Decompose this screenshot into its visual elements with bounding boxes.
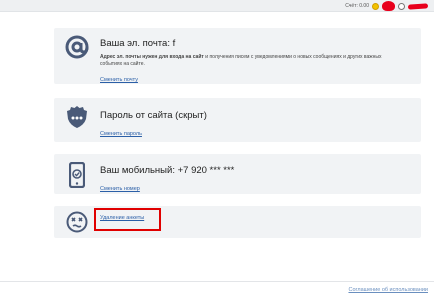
phone-title: Ваш мобильный: +7 920 *** *** — [100, 165, 235, 176]
password-card: Пароль от сайта (скрыт) Сменить пароль — [54, 98, 421, 142]
password-card-body: Пароль от сайта (скрыт) Сменить пароль — [100, 110, 411, 140]
shield-icon — [64, 104, 90, 130]
phone-card-body: Ваш мобильный: +7 920 *** *** Сменить но… — [100, 165, 411, 195]
account-panel: Счёт: 0.00 — [345, 1, 429, 11]
phone-card: Ваш мобильный: +7 920 *** *** Сменить но… — [54, 154, 421, 194]
username-redacted[interactable] — [407, 2, 429, 10]
email-card-body: Ваша эл. почта: f Адрес эл. почты нужен … — [100, 38, 411, 86]
footer-divider — [0, 281, 434, 282]
password-title: Пароль от сайта (скрыт) — [100, 110, 207, 121]
top-bar: Счёт: 0.00 — [0, 0, 434, 12]
coin-icon[interactable] — [372, 2, 379, 10]
change-email-link[interactable]: Сменить почту — [100, 77, 138, 83]
email-description: Адрес эл. почты нужен для входа на сайт … — [100, 54, 400, 68]
terms-of-use-link[interactable]: Соглашение об использовании — [348, 287, 428, 293]
balance-label: Счёт: 0.00 — [345, 3, 369, 9]
delete-profile-link[interactable]: Удаление анкеты — [100, 215, 144, 221]
email-title: Ваша эл. почта: f — [100, 38, 176, 49]
email-description-bold: Адрес эл. почты нужен для входа на сайт — [100, 54, 204, 60]
avatar-icon[interactable] — [382, 1, 395, 11]
smiley-icon[interactable] — [398, 2, 405, 10]
change-password-link[interactable]: Сменить пароль — [100, 131, 142, 137]
dizzy-face-icon — [64, 209, 90, 235]
at-sign-icon — [64, 34, 90, 60]
change-phone-link[interactable]: Сменить номер — [100, 186, 140, 192]
email-card: Ваша эл. почта: f Адрес эл. почты нужен … — [54, 28, 421, 84]
phone-icon — [64, 162, 90, 188]
